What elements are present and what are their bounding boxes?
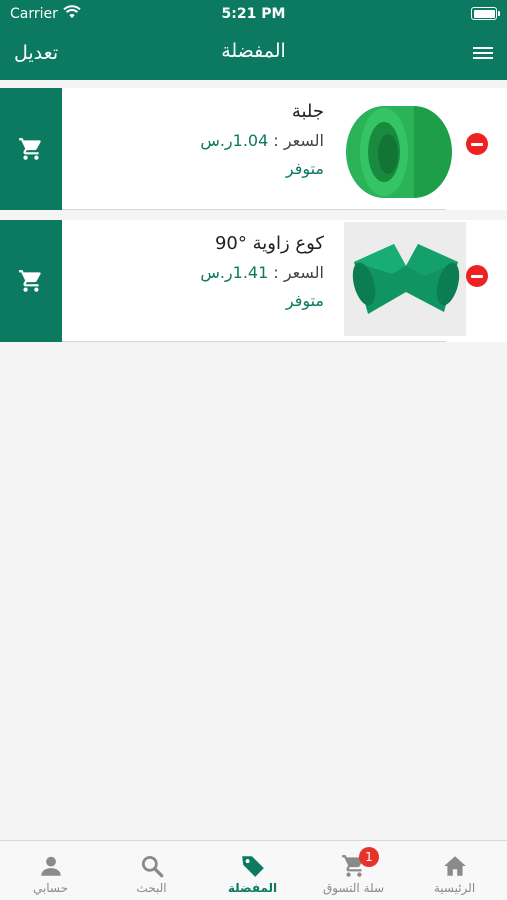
item-details: كوع زاوية °90 السعر : 1.41ر.س متوفر xyxy=(64,232,324,314)
green-pipe-socket-image xyxy=(346,106,452,198)
tab-label: سلة التسوق xyxy=(322,881,385,895)
product-image[interactable] xyxy=(344,222,466,336)
green-elbow-90-image xyxy=(352,244,460,314)
product-image[interactable] xyxy=(344,88,466,210)
tab-home[interactable]: الرئيسية xyxy=(404,841,505,900)
tab-label: الرئيسية xyxy=(433,881,476,895)
tab-account[interactable]: حسابي xyxy=(0,841,101,900)
tab-bar: حسابي البحث المفضلة 1 سلة التسوق الرئيسي… xyxy=(0,840,507,900)
item-name: جلبة xyxy=(291,101,324,122)
cart-icon xyxy=(19,138,41,160)
nav-bar: تعديل المفضلة xyxy=(0,30,507,76)
tag-icon xyxy=(242,856,264,877)
status-time: 5:21 PM xyxy=(221,6,286,22)
battery-icon xyxy=(471,7,500,20)
availability-status: متوفر xyxy=(285,291,324,310)
menu-icon[interactable] xyxy=(473,44,495,62)
divider xyxy=(62,341,446,342)
add-to-cart-button[interactable] xyxy=(0,220,62,342)
remove-button[interactable] xyxy=(466,133,488,155)
item-details: جلبة السعر : 1.04ر.س متوفر xyxy=(64,100,324,182)
add-to-cart-button[interactable] xyxy=(0,88,62,210)
tab-label: البحث xyxy=(136,881,167,895)
tab-favorites[interactable]: المفضلة xyxy=(202,841,303,900)
item-price: السعر : 1.41ر.س xyxy=(64,260,324,286)
cart-badge: 1 xyxy=(359,847,379,867)
edit-button[interactable]: تعديل xyxy=(14,42,58,64)
favorite-item: جلبة السعر : 1.04ر.س متوفر xyxy=(0,88,507,210)
top-bar: Carrier 5:21 PM تعديل المفضلة xyxy=(0,0,507,80)
item-name: كوع زاوية °90 xyxy=(214,233,324,254)
favorite-item: كوع زاوية °90 السعر : 1.41ر.س متوفر xyxy=(0,220,507,342)
remove-button[interactable] xyxy=(466,265,488,287)
search-icon xyxy=(141,855,164,878)
page-title: المفضلة xyxy=(221,40,286,62)
item-price: السعر : 1.04ر.س xyxy=(64,128,324,154)
availability-status: متوفر xyxy=(285,159,324,178)
status-bar: Carrier 5:21 PM xyxy=(0,0,507,28)
tab-label: المفضلة xyxy=(227,881,278,895)
tab-label: حسابي xyxy=(32,881,69,895)
price-value: 1.04ر.س xyxy=(200,131,269,150)
price-value: 1.41ر.س xyxy=(200,263,269,282)
person-icon xyxy=(41,856,61,876)
home-icon xyxy=(444,856,466,876)
price-label: السعر : xyxy=(273,131,324,150)
tab-search[interactable]: البحث xyxy=(101,841,202,900)
price-label: السعر : xyxy=(273,263,324,282)
tab-cart[interactable]: 1 سلة التسوق xyxy=(303,841,404,900)
divider xyxy=(62,209,446,210)
cart-icon xyxy=(19,270,41,292)
